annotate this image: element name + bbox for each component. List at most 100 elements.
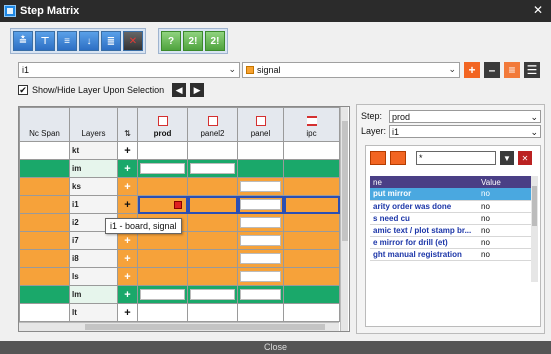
expand-icon[interactable]: + <box>117 231 138 250</box>
attribute-value[interactable]: no <box>478 224 536 237</box>
layer-select[interactable]: i1 ⌄ <box>18 62 240 78</box>
align-center-button[interactable]: ≡ <box>57 31 77 51</box>
attribute-action-button-2[interactable] <box>390 151 406 165</box>
layer-list-button[interactable]: ☰ <box>524 62 540 78</box>
layer-select-value: i1 <box>22 65 30 75</box>
table-row[interactable]: lm + <box>19 285 340 304</box>
matrix-header-row: Nc Span Layers ⇅ prod panel2 panel ipc <box>19 107 340 142</box>
layer-name[interactable]: i7 <box>69 231 118 250</box>
table-row[interactable]: put mirror no <box>370 188 536 201</box>
table-row[interactable]: im + <box>19 159 340 178</box>
grid-horizontal-scrollbar[interactable] <box>19 322 339 331</box>
table-row[interactable]: e mirror for drill (et) no <box>370 236 536 249</box>
layer-name[interactable]: kt <box>69 141 118 160</box>
expand-icon[interactable]: + <box>117 141 138 160</box>
attribute-name: e mirror for drill (et) <box>370 236 478 249</box>
table-row[interactable]: i7 + <box>19 231 340 250</box>
app-icon <box>4 5 16 17</box>
attribute-value-header[interactable]: Value <box>478 176 536 188</box>
expand-icon[interactable]: + <box>117 303 138 322</box>
scroll-thumb[interactable] <box>85 324 325 330</box>
table-row[interactable]: ght manual registration no <box>370 248 536 261</box>
expand-icon[interactable]: + <box>117 177 138 196</box>
layer-name[interactable]: lt <box>69 303 118 322</box>
expand-icon[interactable]: + <box>117 159 138 178</box>
table-row[interactable]: ls + <box>19 267 340 286</box>
move-down-button[interactable]: ↓ <box>79 31 99 51</box>
delete-button[interactable]: ✕ <box>123 31 143 51</box>
layers-header: Layers <box>69 107 118 142</box>
window-title: Step Matrix <box>20 5 80 17</box>
expand-icon[interactable]: + <box>117 285 138 304</box>
ncspan-header: Nc Span <box>19 107 70 142</box>
add-layer-button[interactable]: + <box>464 62 480 78</box>
layer-type-select[interactable]: signal ⌄ <box>242 62 460 78</box>
table-row[interactable]: i8 + <box>19 249 340 268</box>
info-button-1[interactable]: 2! <box>183 31 203 51</box>
layer-selector-row: i1 ⌄ signal ⌄ + – ≡ ☰ <box>18 62 542 78</box>
step-header-prod[interactable]: prod <box>137 107 188 142</box>
chevron-down-icon: ⌄ <box>530 127 538 137</box>
table-row-selected[interactable]: i1 + <box>19 195 340 214</box>
help-button[interactable]: ? <box>161 31 181 51</box>
scroll-thumb[interactable] <box>342 121 348 241</box>
attributes-vertical-scrollbar[interactable] <box>531 176 538 282</box>
close-button[interactable]: Close <box>0 341 551 354</box>
selected-cell[interactable] <box>137 195 188 214</box>
step-header-ipc[interactable]: ipc <box>283 107 340 142</box>
remove-layer-button[interactable]: – <box>484 62 500 78</box>
next-layer-button[interactable]: ▶ <box>190 83 205 97</box>
toolbar-group-layers: ≛ ⊤ ≡ ↓ ≣ ✕ <box>10 28 146 54</box>
layer-label: Layer: <box>361 126 387 136</box>
layer-name[interactable]: i8 <box>69 249 118 268</box>
expand-icon[interactable]: + <box>117 195 138 214</box>
show-hide-checkbox[interactable]: ✔ <box>18 85 28 95</box>
step-select-value: prod <box>392 112 411 122</box>
table-row[interactable]: s need cu no <box>370 212 536 225</box>
attribute-name: arity order was done <box>370 200 478 213</box>
layer-name[interactable]: i1 <box>69 195 118 214</box>
layer-matrix-grid: Nc Span Layers ⇅ prod panel2 panel ipc k… <box>18 106 350 332</box>
step-header-panel-label: panel <box>250 129 271 138</box>
info-button-2[interactable]: 2! <box>205 31 225 51</box>
matrix-table: Nc Span Layers ⇅ prod panel2 panel ipc k… <box>19 107 340 322</box>
stack-button[interactable]: ≣ <box>101 31 121 51</box>
prev-layer-button[interactable]: ◀ <box>172 83 187 97</box>
step-select[interactable]: prod ⌄ <box>389 110 541 123</box>
attribute-name: amic text / plot stamp br... <box>370 224 478 237</box>
ipc-icon <box>306 116 317 126</box>
step-header-panel2[interactable]: panel2 <box>187 107 238 142</box>
scroll-thumb[interactable] <box>532 186 537 226</box>
grid-vertical-scrollbar[interactable] <box>340 107 348 331</box>
expand-icon[interactable]: + <box>117 249 138 268</box>
layer-select-right[interactable]: i1 ⌄ <box>389 125 541 138</box>
attribute-value[interactable]: no <box>478 248 536 261</box>
clear-filter-icon[interactable]: ✕ <box>518 151 532 165</box>
attribute-action-button-1[interactable] <box>370 151 386 165</box>
align-left-button[interactable]: ≛ <box>13 31 33 51</box>
layer-name[interactable]: ks <box>69 177 118 196</box>
layer-name[interactable]: lm <box>69 285 118 304</box>
step-header-panel2-label: panel2 <box>200 129 225 138</box>
attributes-header-row: ne Value <box>370 176 536 188</box>
attribute-value[interactable]: no <box>478 236 536 249</box>
table-row[interactable]: arity order was done no <box>370 200 536 213</box>
filter-icon[interactable]: ▼ <box>500 151 514 165</box>
table-row[interactable]: ks + <box>19 177 340 196</box>
attribute-search-input[interactable]: * <box>416 151 496 165</box>
table-row[interactable]: amic text / plot stamp br... no <box>370 224 536 237</box>
table-row[interactable]: lt + <box>19 303 340 322</box>
expand-icon[interactable]: + <box>117 267 138 286</box>
attribute-name-header[interactable]: ne <box>370 176 478 188</box>
window-close-icon[interactable]: ✕ <box>531 3 545 17</box>
attribute-value[interactable]: no <box>478 212 536 225</box>
step-header-panel[interactable]: panel <box>237 107 284 142</box>
step-header-prod-label: prod <box>153 129 172 138</box>
table-row[interactable]: kt + <box>19 141 340 160</box>
attribute-value[interactable]: no <box>478 200 536 213</box>
layer-name[interactable]: im <box>69 159 118 178</box>
layer-name[interactable]: ls <box>69 267 118 286</box>
attribute-value[interactable]: no <box>478 188 536 201</box>
align-top-button[interactable]: ⊤ <box>35 31 55 51</box>
layer-settings-button[interactable]: ≡ <box>504 62 520 78</box>
